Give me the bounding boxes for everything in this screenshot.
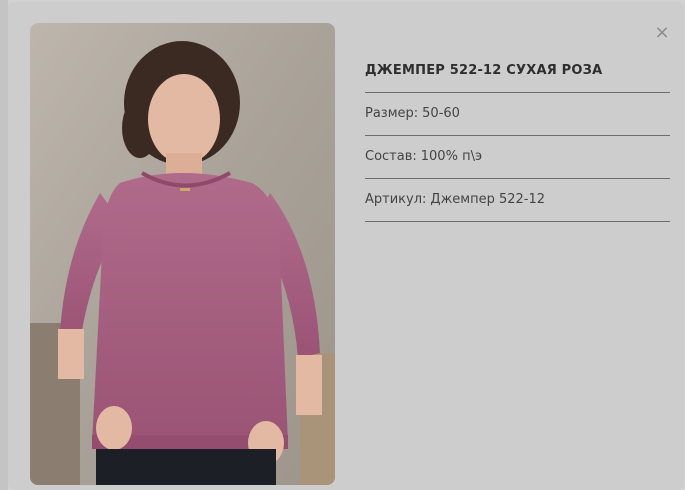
product-photo [30, 23, 335, 485]
product-quick-view-modal: × ДЖЕМПЕР 522-12 СУХАЯ РОЗА Размер: 50-6… [8, 2, 684, 490]
backdrop-edge [0, 0, 8, 490]
product-info: ДЖЕМПЕР 522-12 СУХАЯ РОЗА Размер: 50-60 С… [365, 54, 670, 222]
article-value: Джемпер 522-12 [430, 192, 546, 207]
size-label: Размер: [365, 106, 419, 121]
size-value: 50-60 [422, 106, 460, 121]
composition-row: Состав: 100% п\э [365, 136, 670, 179]
article-row: Артикул: Джемпер 522-12 [365, 179, 670, 222]
size-row: Размер: 50-60 [365, 93, 670, 136]
close-icon[interactable]: × [654, 24, 670, 42]
composition-value: 100% п\э [420, 149, 483, 164]
article-label: Артикул: [365, 192, 427, 207]
composition-label: Состав: [365, 149, 417, 164]
product-title: ДЖЕМПЕР 522-12 СУХАЯ РОЗА [365, 54, 670, 93]
